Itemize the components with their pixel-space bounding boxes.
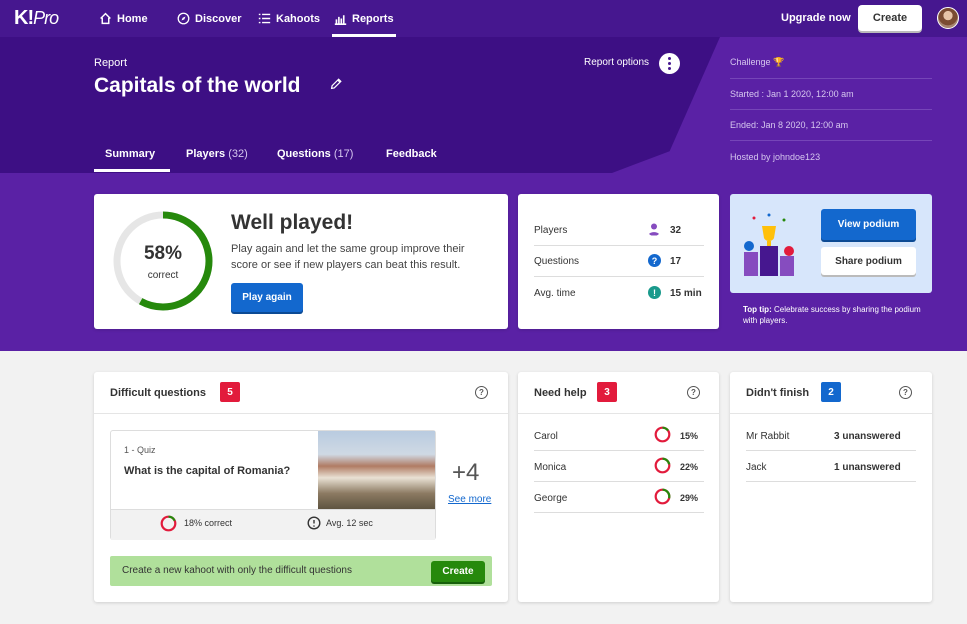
create-banner-text: Create a new kahoot with only the diffic…	[122, 565, 352, 576]
create-difficult-button[interactable]: Create	[431, 561, 485, 582]
didnt-finish-count-badge: 2	[821, 382, 841, 402]
question-avg-time: Avg. 12 sec	[326, 518, 373, 528]
report-type: Challenge 🏆	[730, 57, 785, 67]
report-options-label[interactable]: Report options	[584, 57, 649, 68]
list-item[interactable]: Carol 15%	[534, 420, 704, 451]
started-date: Started : Jan 1 2020, 12:00 am	[730, 89, 854, 99]
more-questions-count: +4	[452, 459, 480, 486]
trophy-icon: 🏆	[773, 57, 785, 67]
summary-text: Play again and let the same group improv…	[231, 243, 465, 271]
divider	[730, 413, 932, 414]
clock-icon: !	[648, 286, 661, 299]
question-correct-percent: 18% correct	[184, 518, 233, 528]
view-podium-button[interactable]: View podium	[821, 209, 916, 240]
tab-questions[interactable]: Questions (17)	[277, 148, 353, 160]
pencil-icon[interactable]	[329, 77, 343, 91]
list-item[interactable]: Mr Rabbit 3 unanswered	[746, 420, 916, 451]
difficult-questions-title: Difficult questions	[110, 387, 206, 399]
didnt-finish-title: Didn't finish	[746, 387, 810, 399]
podium-illustration	[744, 213, 794, 276]
top-tip: Top tip: Celebrate success by sharing th…	[743, 305, 921, 325]
share-podium-button[interactable]: Share podium	[821, 247, 916, 275]
need-help-count-badge: 3	[597, 382, 617, 402]
play-again-button[interactable]: Play again	[231, 283, 303, 312]
score-ring	[654, 488, 671, 505]
ended-date: Ended: Jan 8 2020, 12:00 am	[730, 120, 849, 130]
tab-players[interactable]: Players (32)	[186, 148, 248, 160]
user-icon	[648, 223, 660, 236]
upgrade-link[interactable]: Upgrade now	[781, 12, 851, 24]
question-image	[318, 431, 435, 509]
tab-summary[interactable]: Summary	[105, 148, 155, 160]
list-item[interactable]: Monica 22%	[534, 451, 704, 482]
question-text: What is the capital of Romania?	[124, 465, 291, 477]
divider	[94, 413, 508, 414]
tab-feedback[interactable]: Feedback	[386, 148, 437, 160]
active-tab-indicator	[94, 169, 170, 172]
bar-chart-icon	[334, 15, 347, 25]
home-icon	[100, 12, 111, 25]
score-ring	[654, 457, 671, 474]
stat-avg-time: Avg. time ! 15 min	[534, 286, 702, 299]
help-icon[interactable]: ?	[899, 386, 912, 399]
divider	[518, 413, 719, 414]
hosted-by: Hosted by johndoe123	[730, 152, 821, 162]
stat-players: Players 32	[534, 215, 704, 246]
nav-discover[interactable]: Discover	[177, 0, 241, 37]
question-icon: ?	[648, 254, 661, 267]
report-label: Report	[94, 57, 128, 69]
divider	[730, 109, 932, 110]
score-ring	[654, 426, 671, 443]
kebab-menu-icon[interactable]	[659, 53, 680, 74]
clock-icon	[307, 516, 321, 530]
correct-label: correct	[147, 270, 179, 281]
top-nav: K!Pro Home Discover Kahoots Reports Upgr…	[0, 0, 967, 37]
question-correct-ring	[160, 515, 177, 532]
list-icon	[258, 13, 271, 24]
see-more-link[interactable]: See more	[448, 494, 491, 505]
page-title: Capitals of the world	[94, 74, 301, 97]
summary-title: Well played!	[231, 211, 354, 234]
compass-icon	[177, 12, 190, 25]
create-button[interactable]: Create	[858, 5, 922, 31]
kahoot-logo[interactable]: K!Pro	[14, 7, 59, 30]
list-item[interactable]: George 29%	[534, 482, 704, 513]
correct-percent: 58%	[143, 243, 183, 264]
nav-home[interactable]: Home	[99, 0, 148, 37]
question-type-label: 1 - Quiz	[124, 445, 156, 455]
divider	[730, 140, 932, 141]
didnt-finish-card	[730, 372, 932, 602]
avatar[interactable]	[937, 7, 959, 29]
difficult-count-badge: 5	[220, 382, 240, 402]
help-icon[interactable]: ?	[687, 386, 700, 399]
list-item[interactable]: Jack 1 unanswered	[746, 451, 916, 482]
nav-kahoots[interactable]: Kahoots	[258, 0, 320, 37]
divider	[730, 78, 932, 79]
nav-reports[interactable]: Reports	[332, 0, 396, 37]
stat-questions: Questions ? 17	[534, 246, 704, 277]
need-help-title: Need help	[534, 387, 587, 399]
help-icon[interactable]: ?	[475, 386, 488, 399]
